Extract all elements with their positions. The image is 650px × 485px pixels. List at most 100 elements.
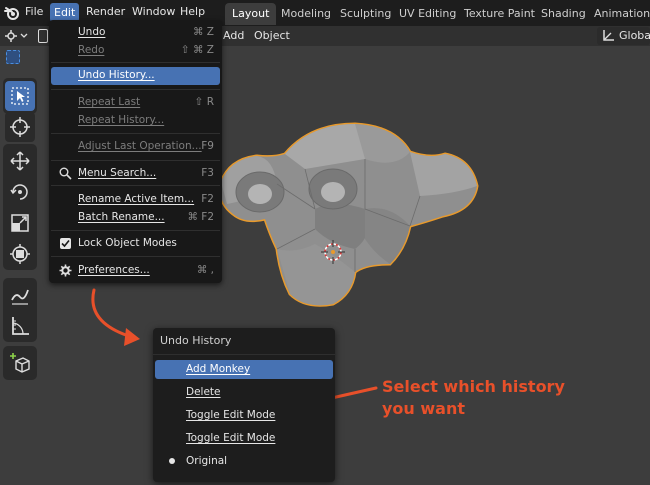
menu-item-label: Lock Object Modes: [78, 237, 177, 249]
history-item-delete[interactable]: Delete: [155, 383, 333, 402]
tab-shading[interactable]: Shading: [534, 3, 593, 25]
menu-item-label: Rename Active Item...: [78, 193, 195, 205]
toolbar-cursor-group: [3, 110, 37, 144]
menu-item-shortcut: ⌘ Z: [192, 26, 214, 38]
orientation-label: Global: [619, 29, 650, 42]
measure-icon: [12, 317, 29, 335]
menu-item-shortcut: ⌘ ,: [196, 264, 214, 276]
menu-item-preferences[interactable]: Preferences... ⌘ ,: [51, 261, 220, 281]
add-cube-icon: [10, 353, 30, 373]
menu-item-label: Adjust Last Operation...: [78, 140, 202, 152]
cursor-icon: [10, 117, 30, 137]
history-item-label: Toggle Edit Mode: [186, 409, 276, 421]
menu-item-label: Repeat Last: [78, 96, 141, 108]
menu-item-adjust-last-operation[interactable]: Adjust Last Operation... F9: [51, 137, 220, 157]
mode-selector-icon[interactable]: [38, 29, 48, 43]
menu-divider: [51, 230, 220, 231]
menu-item-shortcut: F9: [201, 140, 214, 152]
menu-item-rename-active-item[interactable]: Rename Active Item... F2: [51, 190, 220, 210]
transform-orientation-dropdown[interactable]: Global: [597, 27, 650, 45]
menu-divider: [51, 62, 220, 63]
history-item-original[interactable]: Original: [155, 452, 333, 471]
history-item-add-monkey[interactable]: Add Monkey: [155, 360, 333, 379]
tool-measure[interactable]: [5, 311, 35, 341]
toolbar-transform-group: [3, 144, 37, 270]
annotation-arrow-curve: [91, 288, 140, 346]
tool-transform[interactable]: [5, 239, 35, 269]
select-box-mode-icon[interactable]: [6, 50, 20, 64]
menu-item-shortcut: ⇧ R: [194, 96, 214, 108]
header-object-menu[interactable]: Object: [254, 29, 290, 42]
menu-file[interactable]: File: [21, 0, 47, 24]
menu-divider: [51, 256, 220, 257]
toolbar-annotate-group: [3, 278, 37, 342]
history-item-label: Add Monkey: [186, 363, 251, 375]
menu-item-lock-object-modes[interactable]: Lock Object Modes: [51, 234, 220, 254]
menu-divider: [51, 133, 220, 134]
tab-texture-paint[interactable]: Texture Paint: [457, 3, 542, 25]
menu-item-label: Undo: [78, 26, 106, 38]
current-state-dot-icon: [169, 458, 175, 464]
history-item-toggle-edit-mode[interactable]: Toggle Edit Mode: [155, 429, 333, 448]
tab-uv-editing[interactable]: UV Editing: [392, 3, 463, 25]
menu-item-label: Repeat History...: [78, 114, 165, 126]
undo-history-title: Undo History: [160, 334, 232, 347]
menu-item-redo[interactable]: Redo ⇧ ⌘ Z: [51, 41, 220, 61]
orientation-icon: [603, 30, 614, 41]
history-item-toggle-edit-mode[interactable]: Toggle Edit Mode: [155, 406, 333, 425]
history-item-label: Toggle Edit Mode: [186, 432, 276, 444]
menu-item-shortcut: ⌘ F2: [187, 211, 214, 223]
menu-item-undo-history[interactable]: Undo History...: [51, 67, 220, 85]
menu-item-undo[interactable]: Undo ⌘ Z: [51, 23, 220, 43]
menu-divider: [51, 160, 220, 161]
blender-logo-icon[interactable]: [4, 5, 20, 21]
menu-divider: [51, 185, 220, 186]
popup-divider: [153, 354, 335, 355]
menu-divider: [51, 89, 220, 90]
select-box-icon: [11, 87, 29, 105]
tool-move[interactable]: [5, 146, 35, 176]
annotation-text: Select which history you want: [382, 376, 565, 420]
tool-cursor[interactable]: [5, 112, 35, 142]
checkbox-checked-icon[interactable]: [60, 238, 71, 249]
tool-select-box[interactable]: [5, 81, 35, 111]
annotation-line-2: you want: [382, 399, 465, 418]
undo-history-popup: Undo History Add Monkey Delete Toggle Ed…: [153, 328, 335, 482]
menu-item-menu-search[interactable]: Menu Search... F3: [51, 164, 220, 184]
annotate-icon: [11, 289, 29, 305]
move-icon: [10, 151, 30, 171]
menu-item-label: Preferences...: [78, 264, 150, 276]
header-add-menu[interactable]: Add: [223, 29, 244, 42]
scale-icon: [11, 214, 29, 232]
menu-item-label: Undo History...: [78, 69, 155, 81]
menu-item-batch-rename[interactable]: Batch Rename... ⌘ F2: [51, 208, 220, 228]
menu-item-label: Batch Rename...: [78, 211, 165, 223]
tool-scale[interactable]: [5, 208, 35, 238]
rotate-icon: [10, 184, 28, 200]
edit-menu-dropdown: Undo ⌘ Z Redo ⇧ ⌘ Z Undo History... Repe…: [49, 20, 222, 283]
search-icon: [59, 167, 72, 180]
tab-sculpting[interactable]: Sculpting: [333, 3, 398, 25]
suzanne-mesh[interactable]: [215, 114, 480, 310]
tab-modeling[interactable]: Modeling: [274, 3, 338, 25]
transform-icon: [10, 244, 30, 264]
history-item-label: Delete: [186, 386, 221, 398]
tool-annotate[interactable]: [5, 280, 35, 310]
tab-animation[interactable]: Animation: [587, 3, 650, 25]
menu-item-repeat-history[interactable]: Repeat History...: [51, 111, 220, 131]
menu-item-label: Menu Search...: [78, 167, 157, 179]
menu-item-shortcut: F3: [201, 167, 214, 179]
tool-add-cube[interactable]: [5, 348, 35, 378]
editor-type-icon[interactable]: [4, 28, 28, 44]
toolbar-select-group: [3, 78, 37, 114]
toolbar-add-group: [3, 346, 37, 380]
annotation-line-1: Select which history: [382, 377, 565, 396]
tab-layout[interactable]: Layout: [225, 3, 277, 25]
menu-item-label: Redo: [78, 44, 105, 56]
history-item-label: Original: [186, 455, 228, 467]
menu-item-shortcut: F2: [201, 193, 214, 205]
menu-item-shortcut: ⇧ ⌘ Z: [180, 44, 214, 56]
tool-rotate[interactable]: [5, 177, 35, 207]
gear-icon: [59, 264, 72, 277]
menu-item-repeat-last[interactable]: Repeat Last ⇧ R: [51, 93, 220, 113]
